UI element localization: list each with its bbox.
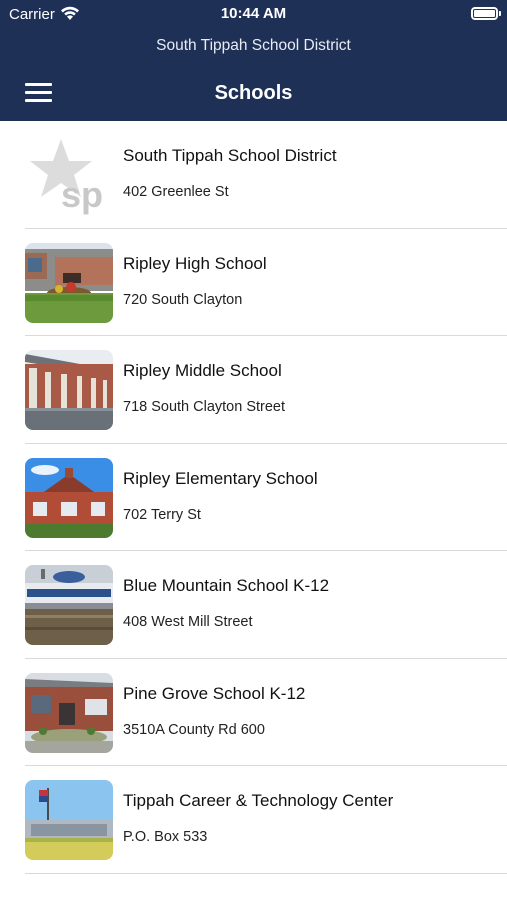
status-bar: Carrier 10:44 AM xyxy=(0,0,507,28)
school-photo xyxy=(25,350,113,430)
nav-bar: Schools xyxy=(0,70,507,120)
star-logo-icon: sp xyxy=(30,139,103,215)
school-address: 402 Greenlee St xyxy=(123,184,229,200)
school-photo xyxy=(25,565,113,645)
school-name: Ripley Elementary School xyxy=(123,468,318,488)
district-title: South Tippah School District xyxy=(156,37,351,54)
school-photo xyxy=(25,672,113,753)
school-name: Ripley Middle School xyxy=(123,361,282,380)
battery-icon xyxy=(471,7,501,20)
school-address: 702 Terry St xyxy=(123,506,201,523)
school-name: Pine Grove School K-12 xyxy=(123,683,306,703)
school-name: Tippah Career & Technology Center xyxy=(123,791,394,810)
school-name: Ripley High School xyxy=(123,253,267,273)
district-logo: sp xyxy=(25,135,113,215)
page-title: Schools xyxy=(214,82,293,104)
list-item-pine-grove-school[interactable]: Pine Grove School K-12 3510A County Rd 6… xyxy=(0,659,507,767)
school-address: P.O. Box 533 xyxy=(123,829,208,845)
school-photo xyxy=(25,457,113,538)
list-item-ripley-high-school[interactable]: Ripley High School 720 South Clayton xyxy=(0,229,507,337)
school-address: 3510A County Rd 600 xyxy=(123,721,265,738)
school-name: South Tippah School District xyxy=(123,146,337,165)
list-item-ripley-elementary-school[interactable]: Ripley Elementary School 702 Terry St xyxy=(0,444,507,552)
list-item-ripley-middle-school[interactable]: Ripley Middle School 718 South Clayton S… xyxy=(0,336,507,444)
school-address: 718 South Clayton Street xyxy=(123,399,286,415)
list-item-blue-mountain-school[interactable]: Blue Mountain School K-12 408 West Mill … xyxy=(0,551,507,659)
school-photo xyxy=(25,242,113,323)
list-item-south-tippah-school-district[interactable]: sp South Tippah School District 402 Gree… xyxy=(0,121,507,229)
list-item-tippah-career-technology-center[interactable]: Tippah Career & Technology Center P.O. B… xyxy=(0,766,507,874)
status-time: 10:44 AM xyxy=(220,5,287,22)
school-address: 720 South Clayton xyxy=(123,291,243,308)
school-address: 408 West Mill Street xyxy=(123,614,253,630)
school-photo xyxy=(25,780,113,860)
logo-text: sp xyxy=(61,174,103,215)
header: Carrier 10:44 AM South Tippah School Dis… xyxy=(0,0,507,121)
school-name: Blue Mountain School K-12 xyxy=(123,576,330,595)
schools-list: sp South Tippah School District 402 Gree… xyxy=(0,121,507,874)
